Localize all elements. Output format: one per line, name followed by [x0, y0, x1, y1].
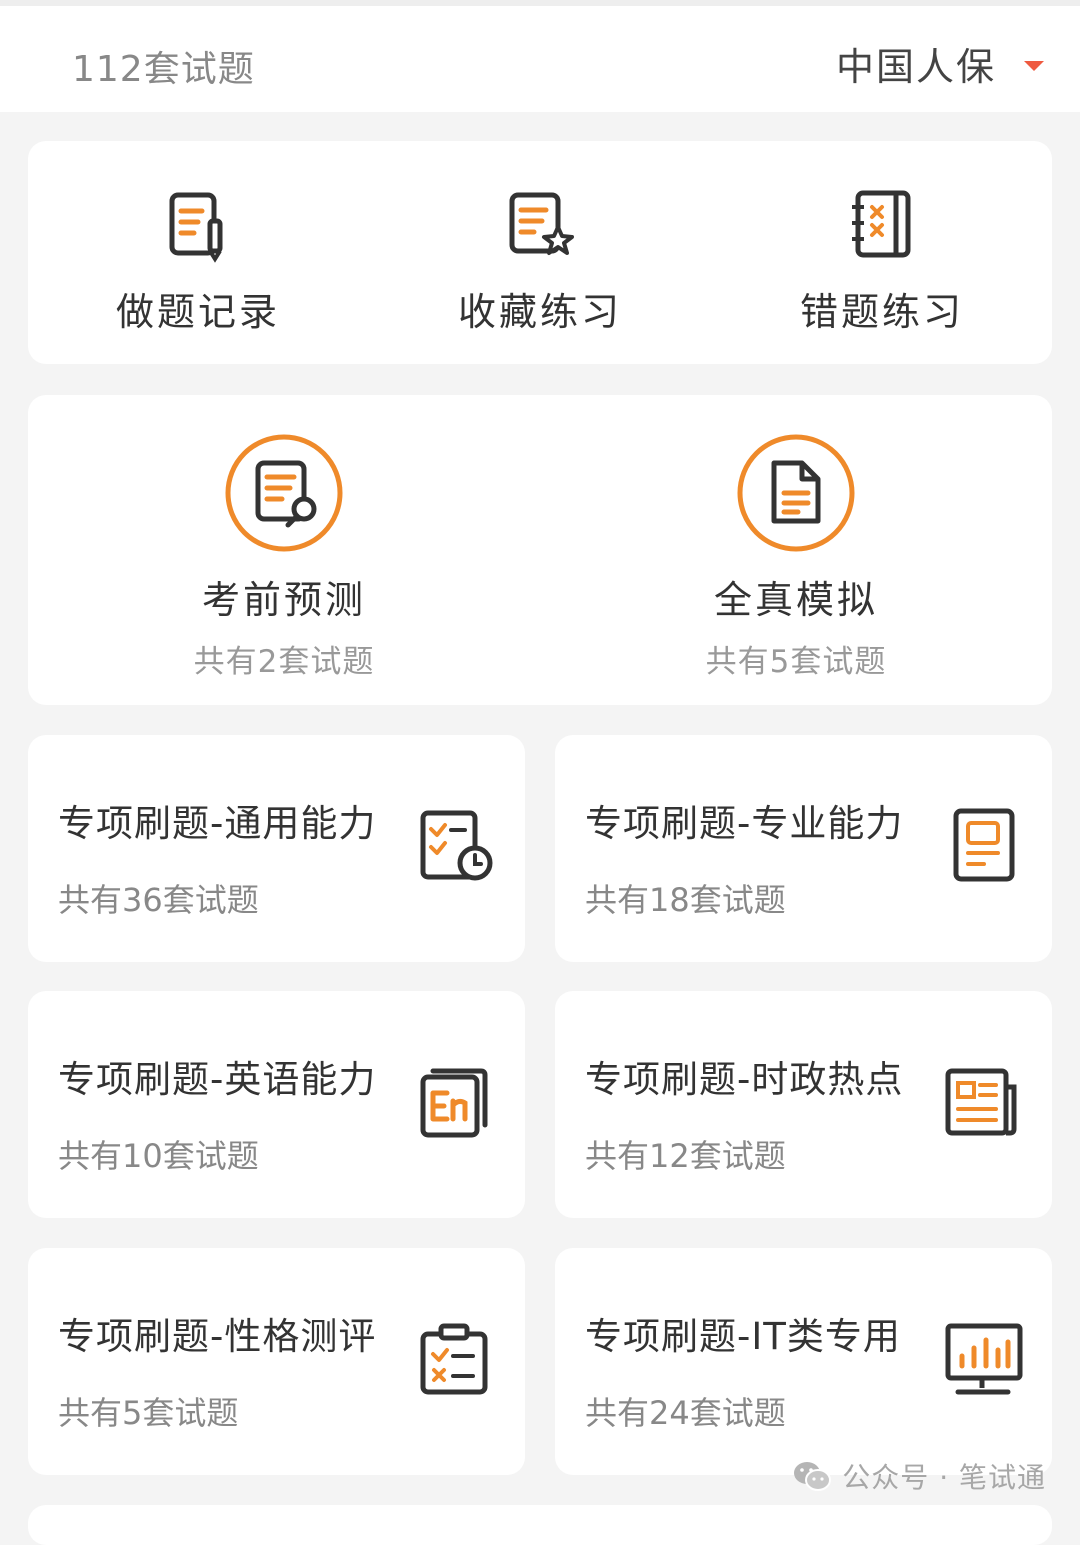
- wechat-icon: [794, 1462, 832, 1491]
- report-icon: [953, 808, 1015, 882]
- topic-title: 专项刷题-英语能力: [58, 1058, 377, 1101]
- record-button[interactable]: 做题记录: [28, 141, 368, 364]
- topic-count: 共有10套试题: [58, 1137, 259, 1175]
- forecast-title: 考前预测: [201, 578, 366, 622]
- quick-actions-card: 做题记录 收藏练习 错题练习: [28, 141, 1052, 364]
- topic-personality-test[interactable]: 专项刷题-性格测评 共有5套试题: [28, 1248, 525, 1475]
- topic-it-specific[interactable]: 专项刷题-IT类专用 共有24套试题: [555, 1248, 1052, 1475]
- favorite-icon: [509, 192, 574, 255]
- topic-title: 专项刷题-性格测评: [58, 1315, 377, 1358]
- caret-down-icon: [1024, 60, 1044, 71]
- mistake-practice-button[interactable]: 错题练习: [712, 141, 1052, 364]
- checklist-clock-icon: [420, 810, 493, 881]
- record-label: 做题记录: [115, 290, 280, 334]
- newspaper-icon: [945, 1068, 1017, 1136]
- document-search-icon: [225, 434, 343, 552]
- full-mock-count: 共有5套试题: [705, 644, 887, 680]
- watermark: 公众号 · 笔试通: [792, 1456, 1046, 1496]
- topic-count: 共有24套试题: [585, 1394, 786, 1432]
- topic-title: 专项刷题-时政热点: [585, 1058, 904, 1101]
- topic-count: 共有36套试题: [58, 881, 259, 919]
- watermark-text: 公众号 · 笔试通: [842, 1461, 1046, 1494]
- topic-current-affairs[interactable]: 专项刷题-时政热点 共有12套试题: [555, 991, 1052, 1218]
- topic-count: 共有12套试题: [585, 1137, 786, 1175]
- mistake-label: 错题练习: [799, 290, 964, 334]
- topic-general-ability[interactable]: 专项刷题-通用能力 共有36套试题: [28, 735, 525, 962]
- full-mock-button[interactable]: 全真模拟 共有5套试题: [540, 395, 1052, 705]
- mistake-book-icon: [852, 190, 911, 258]
- document-icon: [737, 434, 855, 552]
- next-card-peek: [28, 1505, 1052, 1545]
- clipboard-check-icon: [420, 1323, 488, 1395]
- forecast-count: 共有2套试题: [193, 644, 375, 680]
- company-name: 中国人保: [835, 45, 996, 89]
- favorite-practice-button[interactable]: 收藏练习: [370, 141, 710, 364]
- favorite-label: 收藏练习: [457, 290, 622, 334]
- company-dropdown[interactable]: 中国人保: [836, 36, 1044, 91]
- record-icon: [169, 192, 223, 263]
- topic-english-ability[interactable]: 专项刷题-英语能力 共有10套试题: [28, 991, 525, 1218]
- pre-exam-forecast-button[interactable]: 考前预测 共有2套试题: [28, 395, 540, 705]
- topic-title: 专项刷题-IT类专用: [585, 1315, 901, 1358]
- topic-count: 共有5套试题: [58, 1394, 239, 1432]
- top-bar: 112套试题 中国人保: [0, 0, 1080, 112]
- monitor-chart-icon: [945, 1323, 1023, 1395]
- english-icon: [420, 1068, 488, 1138]
- topic-title: 专项刷题-专业能力: [585, 802, 904, 845]
- topic-title: 专项刷题-通用能力: [58, 802, 377, 845]
- topic-professional-ability[interactable]: 专项刷题-专业能力 共有18套试题: [555, 735, 1052, 962]
- topic-count: 共有18套试题: [585, 881, 786, 919]
- question-set-count: 112套试题: [72, 49, 255, 90]
- exam-modes-card: 考前预测 共有2套试题 全真模拟 共有5套试题: [28, 395, 1052, 705]
- full-mock-title: 全真模拟: [713, 578, 878, 622]
